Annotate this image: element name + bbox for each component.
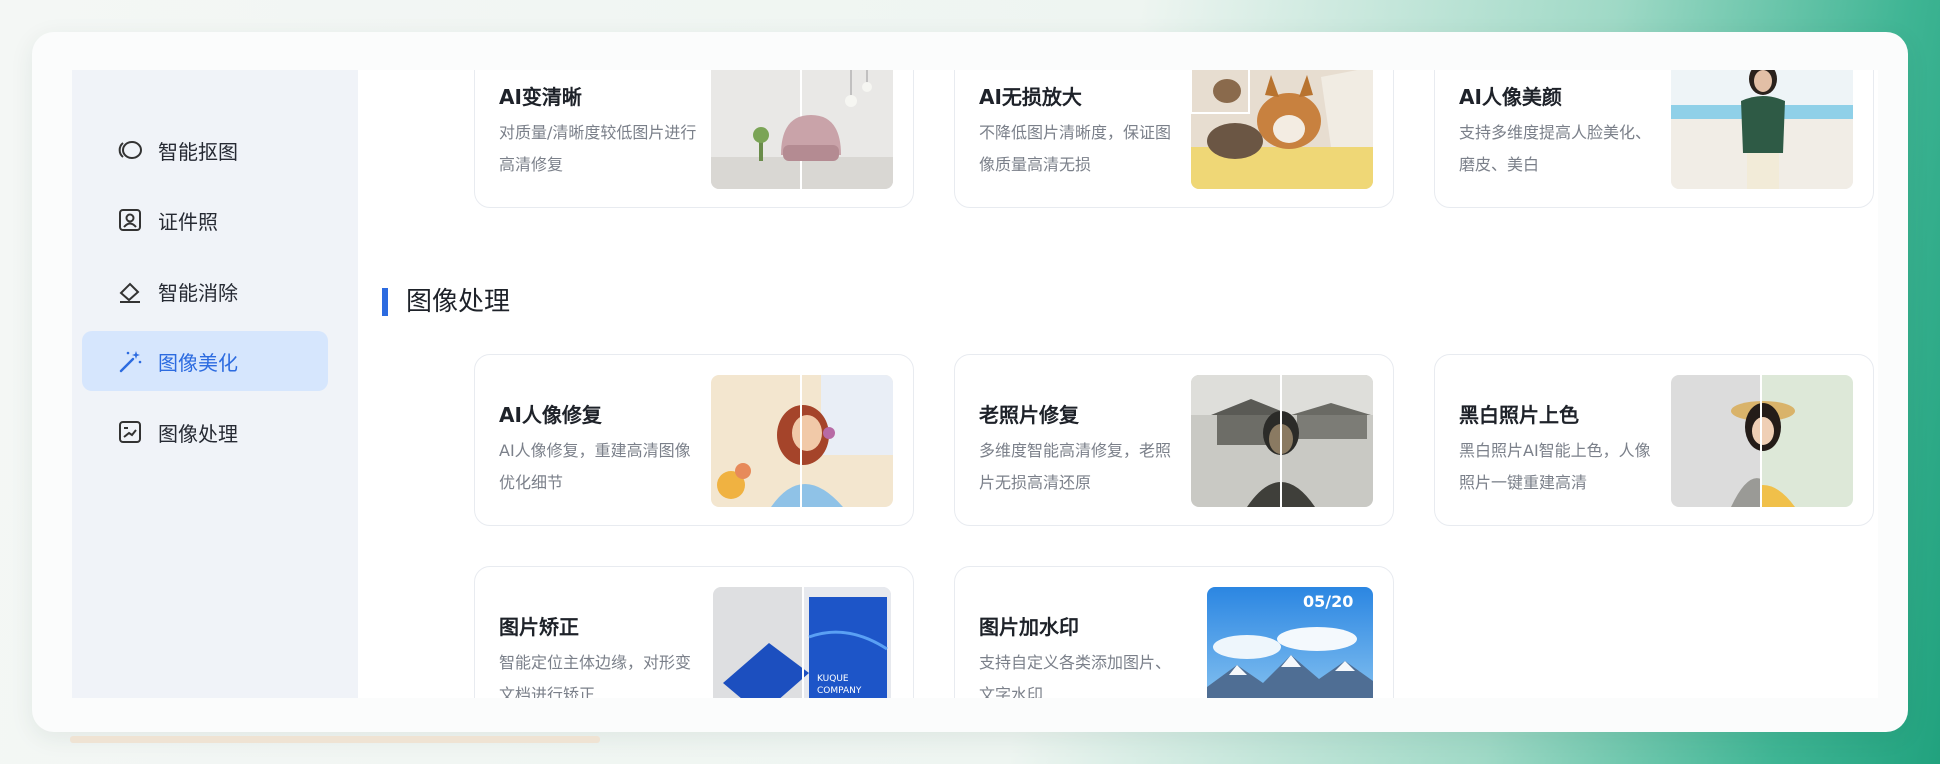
mountain-watermark-thumbnail: 05/20	[1207, 587, 1373, 698]
feature-card[interactable]: AI无损放大 不降低图片清晰度，保证图像质量高清无损	[954, 70, 1394, 208]
sidebar-item-id-photo[interactable]: 证件照	[82, 190, 328, 250]
thumb-company-text: COMPANY	[817, 686, 862, 696]
lasso-icon	[116, 136, 144, 164]
thumb-company-text: KUQUE	[817, 674, 849, 684]
feature-card[interactable]: 图片加水印 支持自定义各类添加图片、文字水印 05/20	[954, 566, 1394, 698]
app-window: 智能抠图 证件照 智能消除 图像美化 图像处理 AI变清晰 对质量/清晰度较低图…	[32, 32, 1908, 732]
feature-card[interactable]: AI人像修复 AI人像修复，重建高清图像优化细节	[474, 354, 914, 526]
card-desc: 多维度智能高清修复，老照片无损高清还原	[979, 441, 1172, 492]
feature-card[interactable]: 老照片修复 多维度智能高清修复，老照片无损高清还原	[954, 354, 1394, 526]
sidebar-item-smart-erase[interactable]: 智能消除	[82, 261, 328, 321]
corgi-dogs-thumbnail	[1191, 70, 1373, 189]
card-desc: 不降低图片清晰度，保证图像质量高清无损	[979, 123, 1172, 174]
card-title: 图片矫正	[499, 615, 579, 639]
card-title: AI变清晰	[499, 85, 582, 109]
bottom-strip	[70, 736, 600, 743]
card-desc: 黑白照片AI智能上色，人像照片一键重建高清	[1459, 441, 1651, 492]
old-photo-thumbnail	[1191, 375, 1373, 507]
card-title: 老照片修复	[979, 403, 1079, 427]
card-title: AI无损放大	[979, 85, 1082, 109]
colorize-thumbnail	[1671, 375, 1853, 507]
card-desc: 支持自定义各类添加图片、文字水印	[979, 653, 1172, 698]
card-title: AI人像修复	[499, 403, 602, 427]
sidebar-item-label: 图像处理	[158, 421, 238, 446]
document-correction-thumbnail: KUQUE COMPANY	[713, 587, 891, 698]
woman-portrait-thumbnail	[1671, 70, 1853, 189]
eraser-icon	[116, 277, 144, 305]
portrait-restore-thumbnail	[711, 375, 893, 507]
sidebar-item-smart-cutout[interactable]: 智能抠图	[82, 120, 328, 180]
card-title: 图片加水印	[979, 615, 1079, 639]
card-title: AI人像美颜	[1459, 85, 1562, 109]
section-title: 图像处理	[382, 288, 510, 316]
id-photo-icon	[116, 206, 144, 234]
sidebar-item-image-processing[interactable]: 图像处理	[82, 402, 328, 462]
interior-chair-thumbnail	[711, 70, 893, 189]
card-desc: 智能定位主体边缘，对形变文档进行矫正	[499, 653, 692, 698]
feature-card[interactable]: 黑白照片上色 黑白照片AI智能上色，人像照片一键重建高清	[1434, 354, 1874, 526]
feature-card[interactable]: AI人像美颜 支持多维度提高人脸美化、磨皮、美白	[1434, 70, 1874, 208]
thumb-date-text: 05/20	[1303, 592, 1353, 611]
sidebar-item-label: 证件照	[158, 209, 218, 234]
feature-card[interactable]: 图片矫正 智能定位主体边缘，对形变文档进行矫正 KUQUE COMPANY	[474, 566, 914, 698]
card-desc: AI人像修复，重建高清图像优化细节	[499, 441, 691, 492]
card-title: 黑白照片上色	[1459, 403, 1579, 427]
sidebar-item-image-beautify[interactable]: 图像美化	[82, 331, 328, 391]
image-edit-icon	[116, 418, 144, 446]
magic-wand-icon	[116, 347, 144, 375]
sidebar-item-label: 图像美化	[158, 350, 238, 375]
card-desc: 对质量/清晰度较低图片进行高清修复	[499, 123, 697, 174]
sidebar: 智能抠图 证件照 智能消除 图像美化 图像处理	[72, 70, 358, 698]
feature-card[interactable]: AI变清晰 对质量/清晰度较低图片进行高清修复	[474, 70, 914, 208]
content-area: AI变清晰 对质量/清晰度较低图片进行高清修复 AI无损放大 不降低图片清晰度，…	[358, 70, 1878, 698]
sidebar-item-label: 智能抠图	[158, 139, 238, 164]
sidebar-item-label: 智能消除	[158, 280, 238, 305]
card-desc: 支持多维度提高人脸美化、磨皮、美白	[1459, 123, 1652, 174]
